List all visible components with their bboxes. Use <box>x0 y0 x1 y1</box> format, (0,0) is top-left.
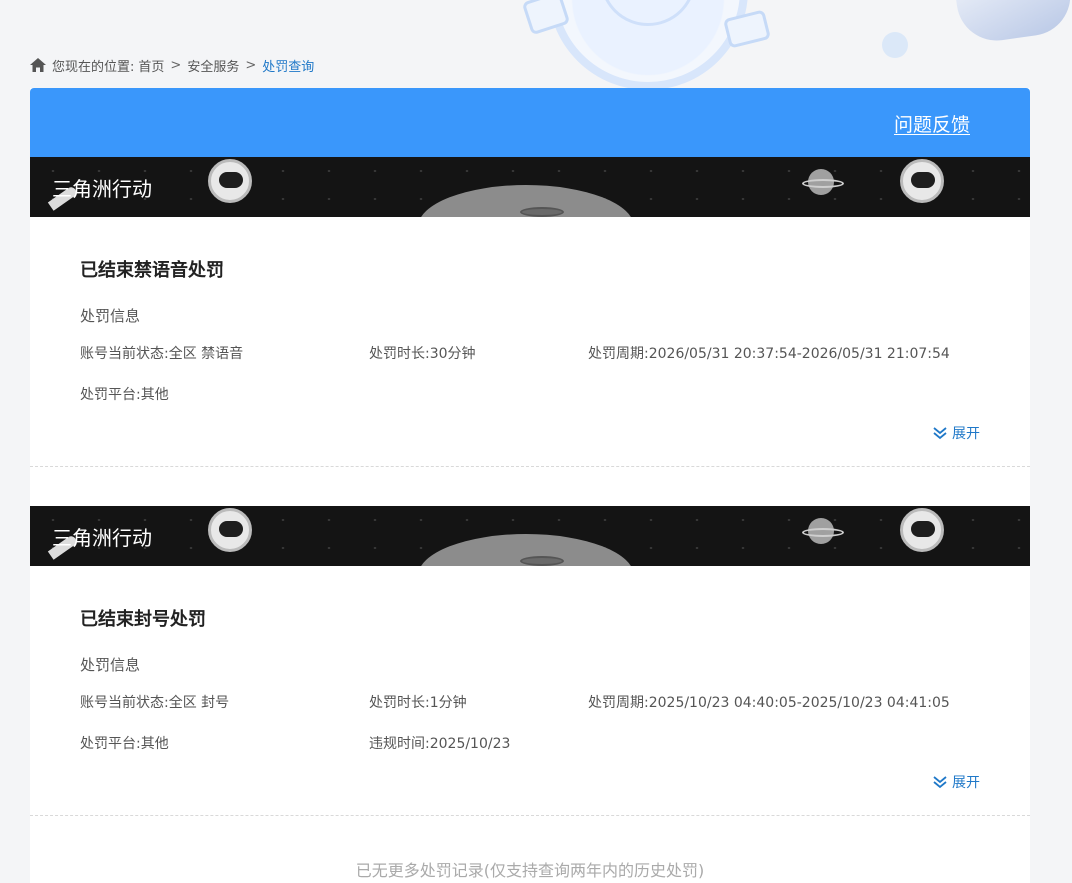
penalty-period: 处罚周期:2026/05/31 20:37:54-2026/05/31 21:0… <box>588 346 950 362</box>
breadcrumb-home[interactable]: 首页 <box>138 56 164 75</box>
double-chevron-down-icon <box>933 427 947 440</box>
account-status: 账号当前状态:全区 封号 <box>80 695 230 711</box>
expand-button[interactable]: 展开 <box>932 423 980 443</box>
planet-icon <box>802 518 844 544</box>
breadcrumb-separator: > <box>245 57 257 73</box>
deco-hand <box>954 0 1072 46</box>
record-subtitle: 处罚信息 <box>80 307 141 325</box>
record-title: 已结束封号处罚 <box>80 609 206 630</box>
penalty-duration: 处罚时长:1分钟 <box>369 695 467 711</box>
info-row: 账号当前状态:全区 封号 处罚时长:1分钟 处罚周期:2025/10/23 04… <box>80 694 980 712</box>
penalty-period: 处罚周期:2025/10/23 04:40:05-2025/10/23 04:4… <box>588 695 950 711</box>
breadcrumb-separator: > <box>170 57 182 73</box>
game-name: 三角洲行动 <box>52 526 152 550</box>
penalty-panel: 问题反馈 三角洲行动 已结束禁语音处罚 处罚信息 账号当前状态:全区 禁语音 处… <box>30 88 1030 883</box>
expand-button[interactable]: 展开 <box>932 772 980 792</box>
game-banner: 三角洲行动 <box>30 506 1030 566</box>
astronaut-icon <box>208 508 252 552</box>
record-title: 已结束禁语音处罚 <box>80 260 224 281</box>
violation-time: 违规时间:2025/10/23 <box>369 736 511 752</box>
info-row: 处罚平台:其他 <box>80 386 980 404</box>
ship-hatch <box>520 556 564 566</box>
astronaut-icon <box>900 159 944 203</box>
penalty-record: 已结束封号处罚 处罚信息 账号当前状态:全区 封号 处罚时长:1分钟 处罚周期:… <box>30 566 1030 816</box>
astronaut-icon <box>208 159 252 203</box>
expand-label: 展开 <box>952 775 980 791</box>
expand-label: 展开 <box>952 426 980 442</box>
planet-icon <box>802 169 844 195</box>
info-row: 处罚平台:其他 违规时间:2025/10/23 <box>80 735 980 753</box>
feedback-link[interactable]: 问题反馈 <box>894 110 970 137</box>
breadcrumb-security-service[interactable]: 安全服务 <box>187 56 239 75</box>
double-chevron-down-icon <box>933 776 947 789</box>
info-row: 账号当前状态:全区 禁语音 处罚时长:30分钟 处罚周期:2026/05/31 … <box>80 345 980 363</box>
breadcrumb: 您现在的位置: 首页 > 安全服务 > 处罚查询 <box>30 55 314 75</box>
penalty-platform: 处罚平台:其他 <box>80 387 169 403</box>
ship-hatch <box>520 207 564 217</box>
violation-time <box>369 386 588 404</box>
account-status: 账号当前状态:全区 禁语音 <box>80 346 244 362</box>
panel-header: 问题反馈 <box>30 88 1030 157</box>
game-banner: 三角洲行动 <box>30 157 1030 217</box>
record-subtitle: 处罚信息 <box>80 656 141 674</box>
penalty-duration: 处罚时长:30分钟 <box>369 346 476 362</box>
no-more-records-note: 已无更多处罚记录(仅支持查询两年内的历史处罚) <box>355 861 705 880</box>
home-icon <box>30 58 46 72</box>
penalty-platform: 处罚平台:其他 <box>80 736 169 752</box>
deco-dot <box>882 32 908 58</box>
record-gap <box>30 467 1030 506</box>
breadcrumb-prefix: 您现在的位置: <box>52 59 135 75</box>
penalty-record: 已结束禁语音处罚 处罚信息 账号当前状态:全区 禁语音 处罚时长:30分钟 处罚… <box>30 217 1030 467</box>
game-name: 三角洲行动 <box>52 177 152 201</box>
astronaut-icon <box>900 508 944 552</box>
breadcrumb-current: 处罚查询 <box>262 59 315 75</box>
